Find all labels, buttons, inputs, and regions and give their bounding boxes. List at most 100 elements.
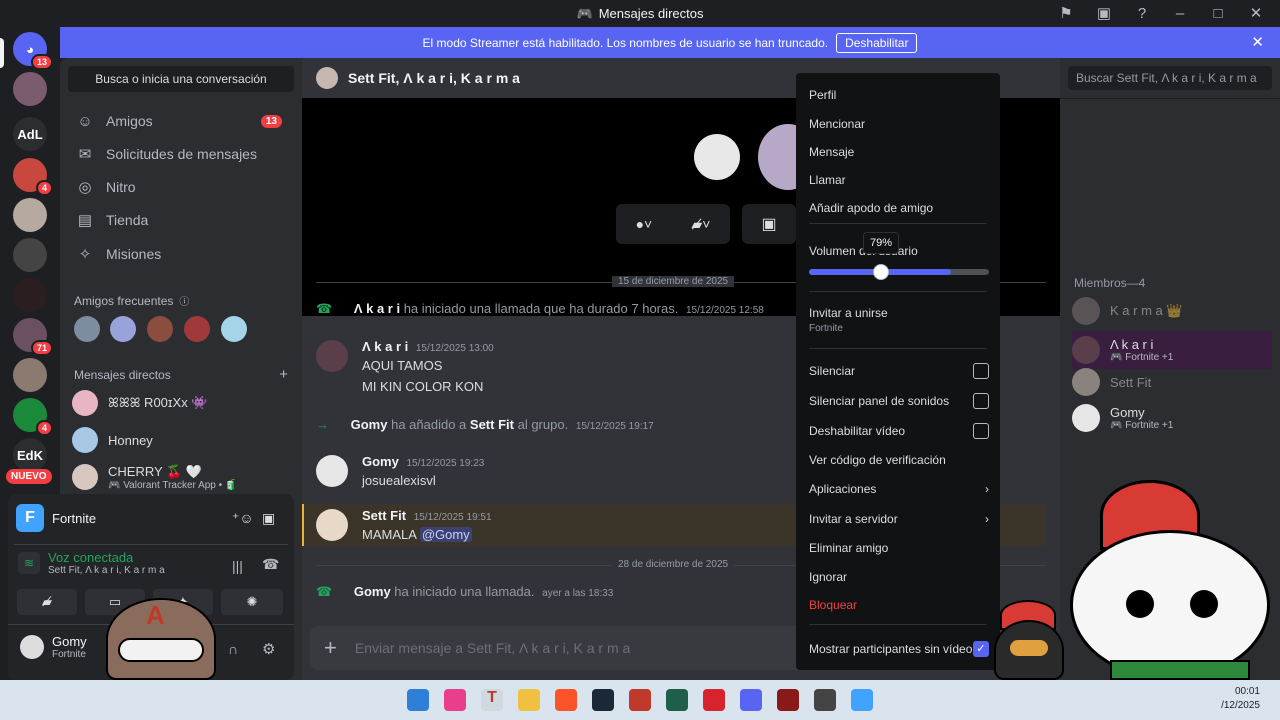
voice-channel[interactable]: Sett Fit, Λ k a r i, K a r m a <box>48 565 165 576</box>
dm-item[interactable]: CHERRY 🍒 🤍 🎮 Valorant Tracker App • 🧃 <box>72 460 292 494</box>
menu-ignore[interactable]: Ignorar <box>809 570 989 584</box>
server-icon[interactable] <box>13 278 47 312</box>
frequent-friend-avatar[interactable] <box>147 316 173 342</box>
nav-message-requests[interactable]: ✉ Solicitudes de mensajes <box>68 138 294 170</box>
server-icon[interactable] <box>13 238 47 272</box>
toggle-camera-button[interactable]: ▰̸ <box>17 589 77 615</box>
plus-icon[interactable]: + <box>324 635 337 661</box>
show-participants-checkbox[interactable]: ✓ <box>973 641 989 657</box>
obs-icon[interactable] <box>814 689 836 711</box>
server-icon[interactable]: 4 <box>13 398 53 436</box>
settings-icon[interactable]: ⚙ <box>262 640 275 658</box>
server-edk[interactable]: EdK <box>13 438 47 472</box>
menu-verify-code[interactable]: Ver código de verificación <box>809 453 989 467</box>
menu-show-participants[interactable]: Mostrar participantes sin vídeo ✓ <box>809 641 989 657</box>
avatar[interactable] <box>316 509 348 541</box>
member-search-input[interactable]: Buscar Sett Fit, Λ k a r i, K a r m a <box>1068 66 1272 90</box>
nav-friends[interactable]: ☺ Amigos 13 <box>68 105 294 137</box>
menu-apps[interactable]: Aplicaciones › <box>809 482 989 496</box>
author[interactable]: Gomy <box>354 584 391 599</box>
server-icon[interactable]: 71 <box>13 318 53 356</box>
disable-video-checkbox[interactable] <box>973 423 989 439</box>
nav-shop[interactable]: ▤ Tienda <box>68 204 294 236</box>
chat-title[interactable]: Sett Fit, Λ k a r i, K a r m a <box>348 70 520 86</box>
user-mention[interactable]: @Gomy <box>419 527 472 542</box>
close-button[interactable]: ✕ <box>1244 4 1268 22</box>
discord-icon[interactable] <box>740 689 762 711</box>
plus-icon[interactable]: + <box>279 366 288 383</box>
server-icon[interactable] <box>13 358 47 392</box>
app-icon[interactable] <box>703 689 725 711</box>
author[interactable]: Λ k a r i <box>354 301 400 316</box>
volume-slider-handle[interactable] <box>873 264 889 280</box>
disable-streamer-button[interactable]: Deshabilitar <box>836 32 918 53</box>
volume-slider[interactable] <box>809 269 989 275</box>
start-icon[interactable] <box>407 689 429 711</box>
frequent-friend-avatar[interactable] <box>110 316 136 342</box>
participant-avatar[interactable] <box>694 134 740 180</box>
brave-icon[interactable] <box>555 689 577 711</box>
screen-share-icon[interactable]: ▣ <box>1092 4 1116 22</box>
menu-block[interactable]: Bloquear <box>809 598 989 612</box>
text-app-icon[interactable]: T <box>481 689 503 711</box>
author[interactable]: Gomy <box>362 454 399 469</box>
frequent-friend-avatar[interactable] <box>74 316 100 342</box>
frequent-friend-avatar[interactable] <box>221 316 247 342</box>
camera-off-icon[interactable]: ▰̸˅ <box>691 216 710 233</box>
screen-icon[interactable]: ▣ <box>262 510 275 527</box>
menu-call[interactable]: Llamar <box>809 173 989 187</box>
terminal-icon[interactable] <box>666 689 688 711</box>
minimize-button[interactable]: – <box>1168 5 1192 22</box>
menu-invite[interactable]: Invitar a unirse <box>809 306 989 320</box>
message-input[interactable]: Enviar mensaje a Sett Fit, Λ k a r i, K … <box>355 640 630 656</box>
fortnite-icon[interactable] <box>851 689 873 711</box>
menu-mute[interactable]: Silenciar <box>809 363 989 379</box>
dm-avatar[interactable] <box>13 72 47 106</box>
server-icon[interactable] <box>13 198 47 232</box>
share-screen-button[interactable]: ▣ <box>742 204 796 244</box>
user-panel[interactable]: Gomy Fortnite <box>20 634 87 660</box>
invite-icon[interactable]: ⁺☺ <box>232 510 254 527</box>
help-icon[interactable]: ? <box>1130 5 1154 22</box>
steam-icon[interactable] <box>592 689 614 711</box>
avatar[interactable] <box>316 340 348 372</box>
author[interactable]: Sett Fit <box>362 508 406 523</box>
menu-invite-server[interactable]: Invitar a servidor › <box>809 512 989 526</box>
avatar[interactable] <box>316 455 348 487</box>
folder-icon[interactable] <box>518 689 540 711</box>
mute-checkbox[interactable] <box>973 363 989 379</box>
nav-nitro[interactable]: ◎ Nitro <box>68 171 294 203</box>
home-button[interactable]: ◕ 13 <box>13 32 53 70</box>
menu-remove-friend[interactable]: Eliminar amigo <box>809 541 989 555</box>
menu-profile[interactable]: Perfil <box>809 88 989 102</box>
author[interactable]: Gomy <box>351 417 388 432</box>
search-conversation-button[interactable]: Busca o inicia una conversación <box>68 66 294 92</box>
menu-disable-video[interactable]: Deshabilitar vídeo <box>809 423 989 439</box>
target-user[interactable]: Sett Fit <box>470 417 514 432</box>
server-icon[interactable]: 4 <box>13 158 53 196</box>
menu-mention[interactable]: Mencionar <box>809 117 989 131</box>
dm-item[interactable]: ꕤꕤꕤ R00ɪXx 👾 <box>72 386 292 420</box>
member-item[interactable]: Gomy 🎮 Fortnite +1 <box>1072 399 1272 437</box>
disconnect-icon[interactable]: ☎ <box>262 556 279 573</box>
noise-suppression-icon[interactable]: ||| <box>232 558 243 574</box>
mute-soundboard-checkbox[interactable] <box>973 393 989 409</box>
voicemeeter-icon[interactable] <box>629 689 651 711</box>
member-item[interactable]: K a r m a 👑 <box>1072 292 1272 330</box>
nav-quests[interactable]: ✧ Misiones <box>68 238 294 270</box>
member-item[interactable]: Sett Fit <box>1072 363 1272 401</box>
mic-icon[interactable]: ●˅ <box>636 216 653 232</box>
menu-mute-soundboard[interactable]: Silenciar panel de sonidos <box>809 393 989 409</box>
author[interactable]: Λ k a r i <box>362 339 408 354</box>
activity-row[interactable]: F Fortnite <box>16 504 96 532</box>
menu-add-nickname[interactable]: Añadir apodo de amigo <box>809 201 989 215</box>
close-icon[interactable]: ✕ <box>1251 33 1264 51</box>
maximize-button[interactable]: □ <box>1206 5 1230 22</box>
frequent-friend-avatar[interactable] <box>184 316 210 342</box>
dm-item[interactable]: Honney <box>72 423 292 457</box>
system-tray-clock[interactable]: 00:01 /12/2025 <box>1221 685 1260 713</box>
valorant-icon[interactable] <box>777 689 799 711</box>
info-icon[interactable]: ⓘ <box>179 293 189 308</box>
server-adl[interactable]: AdL <box>13 117 47 151</box>
tiktok-icon[interactable] <box>444 689 466 711</box>
